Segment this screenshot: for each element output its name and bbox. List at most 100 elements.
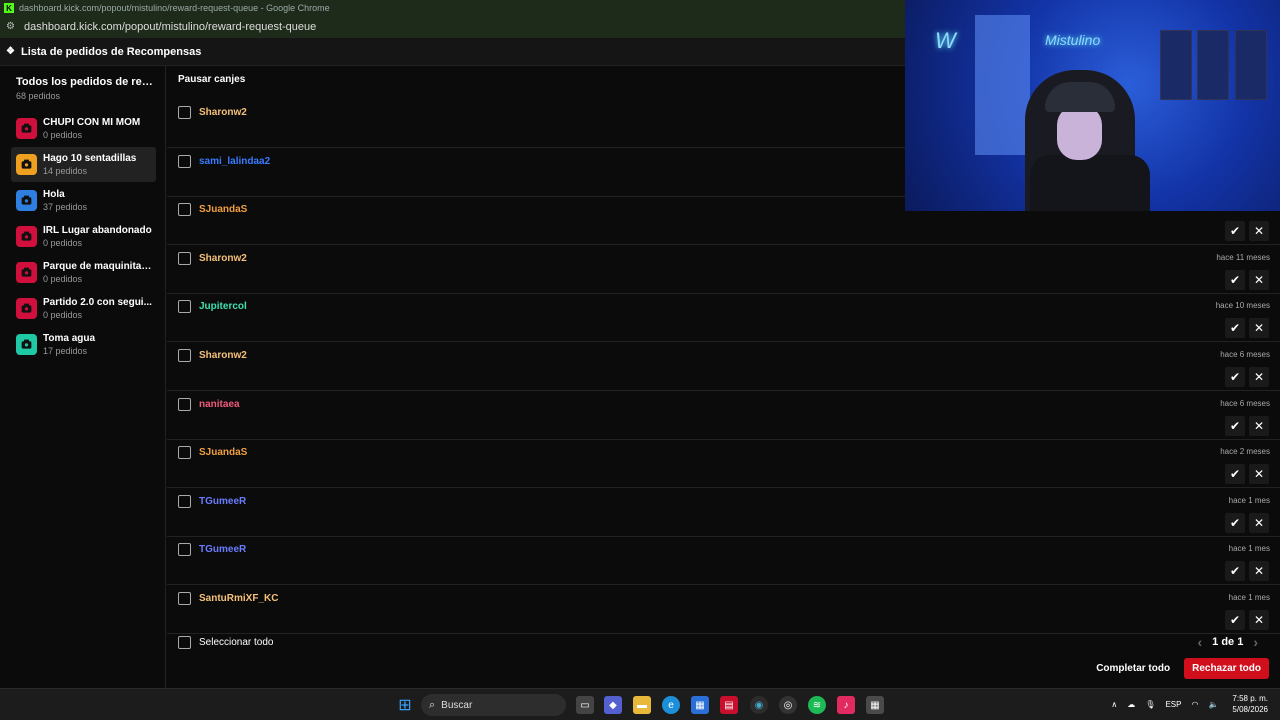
request-username[interactable]: nanitaea (199, 399, 240, 410)
reject-close-icon[interactable]: ✕ (1249, 269, 1269, 290)
task-view-icon[interactable]: ▭ (576, 696, 594, 714)
chat-reward-icon (21, 339, 32, 349)
approve-check-icon[interactable]: ✔ (1225, 367, 1245, 387)
approve-check-icon[interactable]: ✔ (1225, 610, 1245, 630)
next-page-icon[interactable]: › (1253, 634, 1258, 650)
approve-check-icon[interactable]: ✔ (1225, 318, 1245, 339)
request-username[interactable]: Sharonw2 (199, 107, 247, 118)
tiktok-icon[interactable]: ♪ (837, 696, 855, 714)
reject-close-icon[interactable]: ✕ (1249, 464, 1269, 485)
row-checkbox[interactable] (178, 154, 191, 168)
sidebar-reward-item[interactable]: Partido 2.0 con segui... 0 pedidos (11, 291, 156, 326)
sidebar-reward-item[interactable]: IRL Lugar abandonado 0 pedidos (11, 219, 156, 254)
sidebar-reward-item[interactable]: Toma agua 17 pedidos (11, 327, 156, 362)
chat-reward-icon (21, 159, 32, 169)
widgets-icon[interactable]: ◆ (604, 696, 622, 714)
windows-start-icon[interactable]: ⊞ (396, 696, 414, 714)
request-username[interactable]: Jupitercol (199, 301, 247, 312)
reward-icon (16, 262, 37, 283)
reject-close-icon[interactable]: ✕ (1249, 561, 1269, 582)
row-checkbox[interactable] (178, 397, 191, 411)
chat-reward-icon (21, 231, 32, 241)
request-username[interactable]: sami_lalindaa2 (199, 156, 270, 167)
sidebar-reward-item[interactable]: Parque de maquinitas... 0 pedidos (11, 255, 156, 290)
row-checkbox[interactable] (178, 349, 191, 362)
reject-close-icon[interactable]: ✕ (1249, 610, 1269, 630)
taskbar-clock[interactable]: 7:58 p. m. 5/08/2026 (1232, 693, 1268, 715)
approve-check-icon[interactable]: ✔ (1225, 512, 1245, 533)
approve-check-icon[interactable]: ✔ (1225, 464, 1245, 485)
approve-check-icon[interactable]: ✔ (1225, 221, 1245, 242)
request-username[interactable]: SJuandaS (199, 447, 247, 458)
taskbar-search[interactable]: ⌕ Buscar (421, 694, 566, 716)
row-checkbox[interactable] (178, 592, 191, 605)
approve-check-icon[interactable]: ✔ (1225, 269, 1245, 290)
row-checkbox[interactable] (178, 446, 191, 460)
request-time: hace 1 mes (1228, 544, 1270, 554)
spotify-icon[interactable]: ≋ (808, 696, 826, 714)
reject-close-icon[interactable]: ✕ (1249, 318, 1269, 339)
chat-reward-icon (21, 303, 32, 313)
page-title: Lista de pedidos de Recompensas (21, 45, 202, 58)
row-checkbox[interactable] (178, 494, 191, 508)
reward-count: 0 pedidos (43, 310, 83, 320)
mic-icon[interactable]: 🎙 (1145, 700, 1155, 709)
reject-close-icon[interactable]: ✕ (1249, 415, 1269, 436)
url-text[interactable]: dashboard.kick.com/popout/mistulino/rewa… (24, 21, 316, 33)
volume-icon[interactable]: 🔈 (1208, 700, 1218, 709)
reject-close-icon[interactable]: ✕ (1249, 512, 1269, 533)
request-username[interactable]: Sharonw2 (199, 350, 247, 361)
row-checkbox[interactable] (178, 106, 191, 119)
request-username[interactable]: SJuandaS (199, 204, 247, 215)
store-icon[interactable]: ▦ (691, 696, 709, 714)
row-checkbox[interactable] (178, 251, 191, 265)
file-explorer-icon[interactable]: ▬ (633, 696, 651, 714)
sidebar-item-all[interactable]: Todos los pedidos de reco... 68 pedidos (16, 76, 156, 101)
reward-count: 37 pedidos (43, 202, 88, 212)
search-icon: ⌕ (429, 698, 436, 711)
app-icon[interactable]: ◎ (779, 696, 797, 714)
reject-close-icon[interactable]: ✕ (1249, 221, 1269, 242)
reject-close-icon[interactable]: ✕ (1249, 367, 1269, 387)
chat-reward-icon (21, 267, 32, 277)
language-indicator[interactable]: ESP (1165, 700, 1181, 709)
sidebar-reward-item[interactable]: Hola 37 pedidos (11, 183, 156, 218)
webcam-poster (1197, 30, 1229, 100)
prev-page-icon[interactable]: ‹ (1197, 634, 1202, 650)
row-checkbox[interactable] (178, 543, 191, 557)
window-title: dashboard.kick.com/popout/mistulino/rewa… (19, 3, 330, 13)
approve-check-icon[interactable]: ✔ (1225, 415, 1245, 436)
request-time: hace 6 meses (1220, 398, 1270, 408)
request-username[interactable]: TGumeeR (199, 496, 246, 507)
wifi-icon[interactable]: ◠ (1191, 700, 1198, 709)
select-all[interactable]: Seleccionar todo (178, 636, 274, 649)
select-all-checkbox[interactable] (178, 636, 191, 649)
page-indicator: 1 de 1 (1212, 636, 1244, 648)
sidebar-reward-item[interactable]: Hago 10 sentadillas 14 pedidos (11, 147, 156, 182)
calculator-icon[interactable]: ▦ (866, 696, 884, 714)
reward-count: 0 pedidos (43, 238, 83, 248)
chevron-up-icon[interactable]: ∧ (1111, 700, 1117, 709)
reward-icon (16, 298, 37, 319)
webcam-overlay: W Mistulino (905, 0, 1280, 211)
complete-all-button[interactable]: Completar todo (1088, 658, 1178, 679)
request-username[interactable]: TGumeeR (199, 544, 246, 555)
row-checkbox[interactable] (178, 203, 191, 217)
reject-all-button[interactable]: Rechazar todo (1184, 658, 1269, 679)
site-settings-icon[interactable]: ⚙ (6, 22, 16, 32)
row-checkbox[interactable] (178, 300, 191, 314)
edge-icon[interactable]: e (662, 696, 680, 714)
pause-redemptions-button[interactable]: Pausar canjes (178, 74, 245, 85)
approve-check-icon[interactable]: ✔ (1225, 561, 1245, 582)
onedrive-icon[interactable]: ☁ (1127, 700, 1135, 709)
request-row: TGumeeR hace 1 mes ✔ ✕ (167, 536, 1280, 586)
sidebar-reward-item[interactable]: CHUPI CON MI MOM 0 pedidos (11, 111, 156, 146)
request-username[interactable]: Sharonw2 (199, 253, 247, 264)
request-time: hace 6 meses (1220, 350, 1270, 359)
app-icon[interactable]: ▤ (720, 696, 738, 714)
chrome-icon[interactable]: ◉ (750, 696, 768, 714)
webcam-poster (1160, 30, 1192, 100)
select-all-label: Seleccionar todo (199, 637, 274, 648)
request-username[interactable]: SantuRmiXF_KC (199, 593, 278, 604)
pagination: ‹ 1 de 1 › (1187, 634, 1268, 650)
